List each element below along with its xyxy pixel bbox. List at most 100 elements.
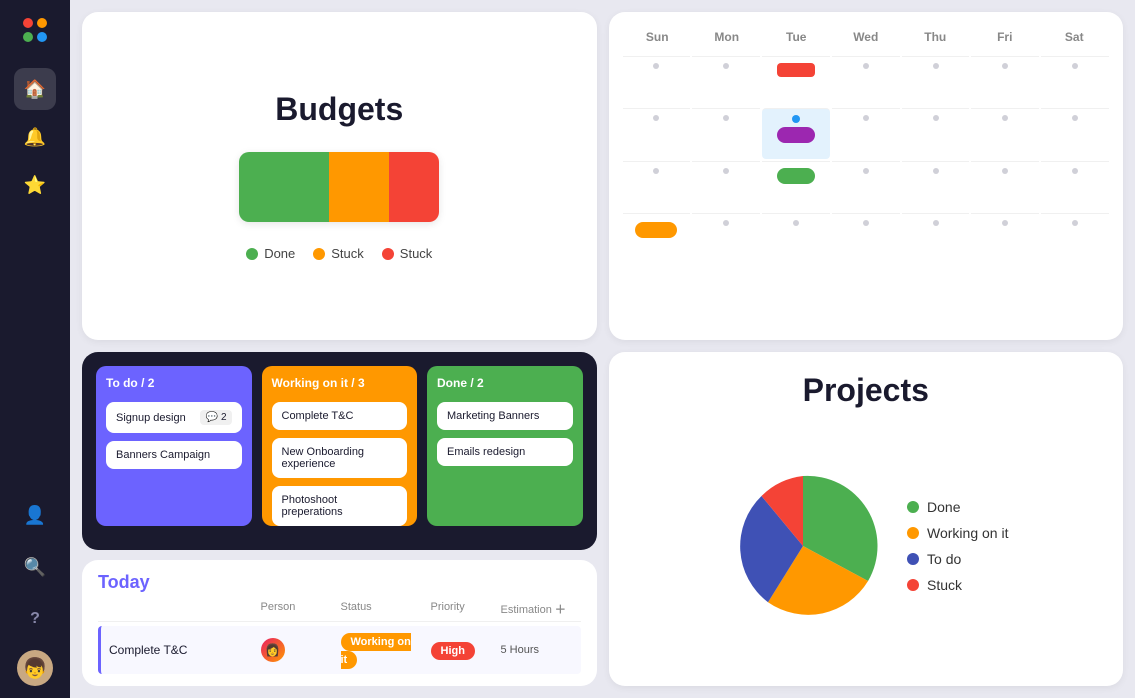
cal-cell-r1-wed[interactable] <box>832 56 900 106</box>
kanban-signup-badge: 💬 2 <box>200 410 231 425</box>
sidebar-bottom: 👤 🔍 ? 👦 <box>14 494 56 686</box>
kanban-item-photoshoot[interactable]: Photoshoot preperations <box>272 486 408 526</box>
col-priority: Priority <box>431 601 501 617</box>
cal-header-sun: Sun <box>623 26 693 48</box>
budget-done-segment <box>239 152 329 222</box>
cal-cell-r2-sat[interactable] <box>1041 108 1109 158</box>
kanban-board: To do / 2 Signup design 💬 2 Banners Camp… <box>96 366 583 526</box>
priority-cell: High <box>431 641 501 659</box>
cal-header-wed: Wed <box>831 26 901 48</box>
today-row[interactable]: Complete T&C 👩 Working on it High 5 Hour… <box>98 626 581 674</box>
working-header: Working on it / 3 <box>272 376 408 390</box>
cal-cell-r3-wed[interactable] <box>832 161 900 211</box>
kanban-item-onboarding-text: New Onboarding experience <box>282 446 398 470</box>
budget-legend: Done Stuck Stuck <box>246 246 432 261</box>
budget-stuck1-segment <box>329 152 389 222</box>
today-title: Today <box>98 572 581 593</box>
sidebar-item-people[interactable]: 👤 <box>14 494 56 536</box>
sidebar-item-favorites[interactable]: ⭐ <box>14 164 56 206</box>
col-status: Status <box>341 601 431 617</box>
cal-cell-r2-wed[interactable] <box>832 108 900 158</box>
cal-cell-r1-tue[interactable] <box>762 56 830 106</box>
proj-todo-dot <box>907 553 919 565</box>
kanban-item-emails[interactable]: Emails redesign <box>437 438 573 466</box>
kanban-item-tandc[interactable]: Complete T&C <box>272 402 408 430</box>
cal-cell-r1-fri[interactable] <box>971 56 1039 106</box>
today-table-header: Person Status Priority Estimation ＋ <box>98 601 581 622</box>
projects-content: Done Working on it To do Stuck <box>629 425 1104 666</box>
cal-cell-r3-sat[interactable] <box>1041 161 1109 211</box>
sidebar-item-notifications[interactable]: 🔔 <box>14 116 56 158</box>
kanban-item-emails-text: Emails redesign <box>447 446 525 458</box>
kanban-col-working: Working on it / 3 Complete T&C New Onboa… <box>262 366 418 526</box>
col-estimation: Estimation ＋ <box>501 601 581 617</box>
kanban-item-marketing-text: Marketing Banners <box>447 410 539 422</box>
today-section: Today Person Status Priority Estimation … <box>82 560 597 686</box>
projects-title: Projects <box>629 372 1104 409</box>
cal-header-mon: Mon <box>692 26 762 48</box>
projects-card: Projects Done <box>609 352 1124 686</box>
kanban-item-photoshoot-text: Photoshoot preperations <box>282 494 398 518</box>
proj-working-dot <box>907 527 919 539</box>
col-task <box>98 601 261 617</box>
person-avatar-icon: 👩 <box>261 638 285 662</box>
cal-cell-r4-wed[interactable] <box>832 213 900 263</box>
budget-bar <box>239 152 439 222</box>
calendar-grid <box>623 56 1110 316</box>
legend-stuck1: Stuck <box>313 246 364 261</box>
cal-cell-r4-tue[interactable] <box>762 213 830 263</box>
estimation-value: 5 Hours <box>501 644 581 656</box>
logo <box>17 12 53 48</box>
budget-stuck2-segment <box>389 152 439 222</box>
legend-stuck2: Stuck <box>382 246 433 261</box>
status-cell: Working on it <box>341 632 431 668</box>
today-person: 👩 <box>261 638 341 662</box>
cal-cell-r4-sat[interactable] <box>1041 213 1109 263</box>
calendar-card: Sun Mon Tue Wed Thu Fri Sat <box>609 12 1124 340</box>
cal-cell-r1-sun[interactable] <box>623 56 691 106</box>
sidebar-item-help[interactable]: ? <box>14 598 56 640</box>
cal-cell-r4-sun[interactable] <box>623 213 691 263</box>
cal-cell-r3-tue[interactable] <box>762 161 830 211</box>
cal-cell-r2-fri[interactable] <box>971 108 1039 158</box>
kanban-item-banners-text: Banners Campaign <box>116 449 210 461</box>
user-avatar[interactable]: 👦 <box>17 650 53 686</box>
cal-cell-r4-thu[interactable] <box>902 213 970 263</box>
cal-cell-r2-sun[interactable] <box>623 108 691 158</box>
cal-cell-r2-tue[interactable] <box>762 108 830 158</box>
cal-cell-r3-mon[interactable] <box>692 161 760 211</box>
cal-cell-r3-thu[interactable] <box>902 161 970 211</box>
stuck1-label: Stuck <box>331 246 364 261</box>
kanban-item-onboarding[interactable]: New Onboarding experience <box>272 438 408 478</box>
cal-cell-r1-sat[interactable] <box>1041 56 1109 106</box>
kanban-item-marketing[interactable]: Marketing Banners <box>437 402 573 430</box>
kanban-item-banners[interactable]: Banners Campaign <box>106 441 242 469</box>
proj-stuck-label: Stuck <box>927 577 962 593</box>
cal-cell-r3-fri[interactable] <box>971 161 1039 211</box>
budgets-card: Budgets Done Stuck Stuck <box>82 12 597 340</box>
kanban-item-signup[interactable]: Signup design 💬 2 <box>106 402 242 433</box>
sidebar-item-search[interactable]: 🔍 <box>14 546 56 588</box>
sidebar-item-home[interactable]: 🏠 <box>14 68 56 110</box>
done-label: Done <box>264 246 295 261</box>
proj-done-dot <box>907 501 919 513</box>
priority-badge-high: High <box>431 642 475 660</box>
cal-header-tue: Tue <box>762 26 832 48</box>
cal-cell-r4-fri[interactable] <box>971 213 1039 263</box>
cal-cell-r2-mon[interactable] <box>692 108 760 158</box>
legend-done-proj: Done <box>907 499 1008 515</box>
kanban-card: To do / 2 Signup design 💬 2 Banners Camp… <box>82 352 597 550</box>
sidebar: 🏠 🔔 ⭐ 👤 🔍 ? 👦 <box>0 0 70 698</box>
task-name: Complete T&C <box>109 643 261 657</box>
cal-cell-r1-mon[interactable] <box>692 56 760 106</box>
calendar-header: Sun Mon Tue Wed Thu Fri Sat <box>623 26 1110 48</box>
cal-cell-r4-mon[interactable] <box>692 213 760 263</box>
cal-cell-r1-thu[interactable] <box>902 56 970 106</box>
cal-cell-r3-sun[interactable] <box>623 161 691 211</box>
stuck2-dot <box>382 248 394 260</box>
sidebar-nav: 🏠 🔔 ⭐ <box>14 68 56 494</box>
kanban-item-signup-text: Signup design <box>116 412 186 424</box>
done-dot <box>246 248 258 260</box>
cal-cell-r2-thu[interactable] <box>902 108 970 158</box>
stuck1-dot <box>313 248 325 260</box>
